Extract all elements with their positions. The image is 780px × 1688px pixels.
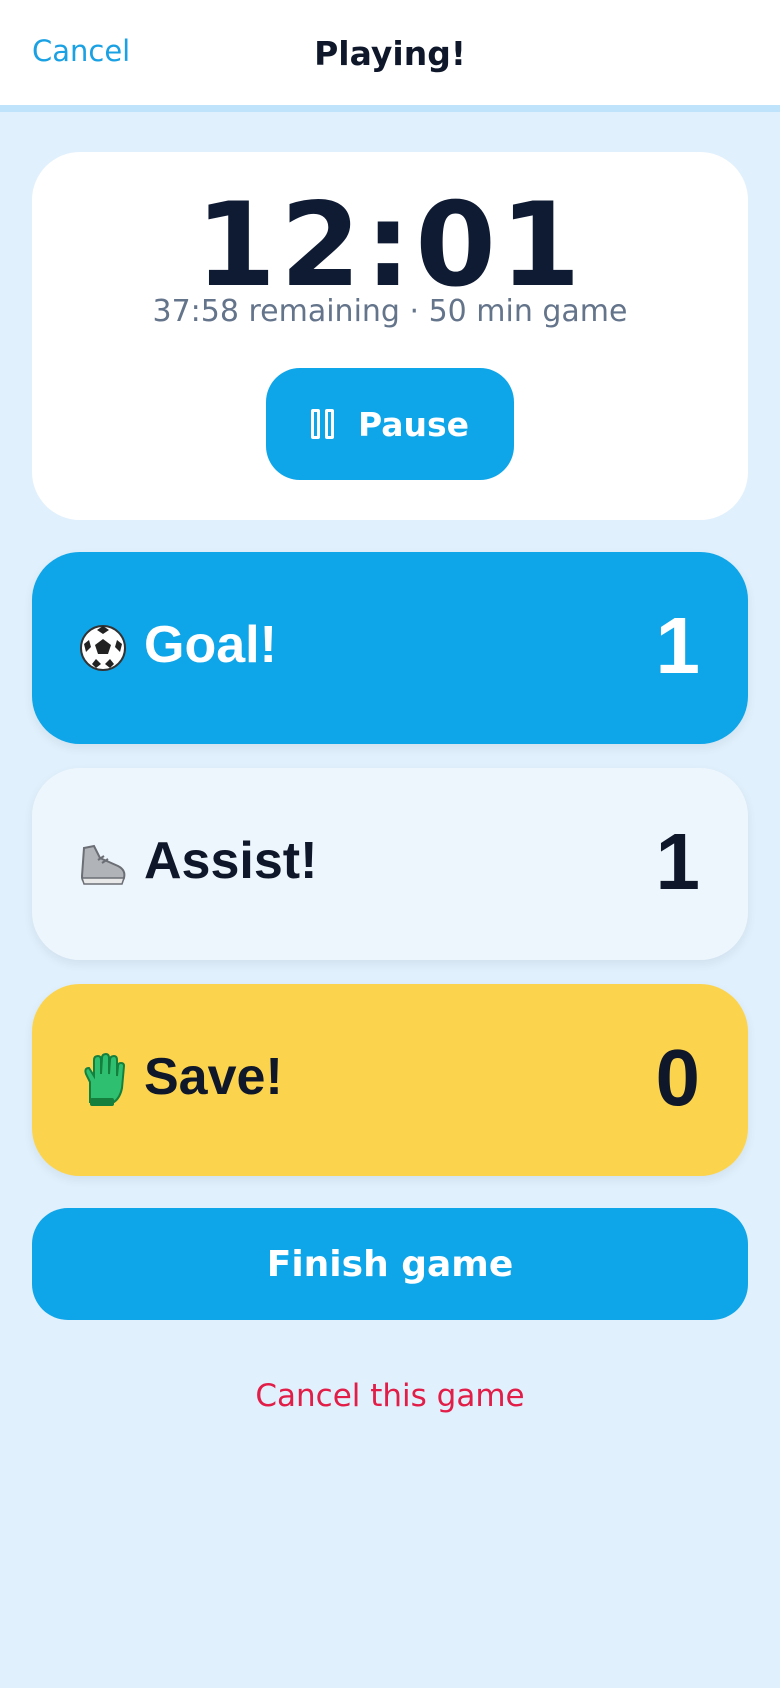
goalkeeper-glove-icon	[84, 1052, 126, 1106]
finish-game-button[interactable]: Finish game	[32, 1208, 748, 1320]
pause-label: Pause	[357, 404, 470, 444]
save-count: 0	[655, 1033, 701, 1122]
pause-icon	[310, 409, 334, 439]
soccer-ball-icon	[80, 625, 126, 671]
timer-card: 12:01 37:58 remaining · 50 min game Paus…	[32, 152, 748, 520]
nav-bar: Cancel Playing!	[0, 0, 780, 112]
elapsed-timer: 12:01	[195, 178, 585, 313]
cancel-game-link[interactable]: Cancel this game	[0, 1378, 780, 1414]
assist-button[interactable]: Assist! 1	[32, 768, 748, 960]
goal-button[interactable]: Goal! 1	[32, 552, 748, 744]
goal-label: Goal!	[144, 616, 277, 674]
pause-button[interactable]: Pause	[266, 368, 514, 480]
save-label: Save!	[144, 1048, 283, 1106]
goal-count: 1	[655, 601, 701, 690]
shoe-icon	[80, 844, 126, 885]
assist-label: Assist!	[144, 832, 318, 890]
save-button[interactable]: Save! 0	[32, 984, 748, 1176]
assist-count: 1	[655, 817, 701, 906]
timer-subtitle: 37:58 remaining · 50 min game	[152, 294, 628, 329]
page-title: Playing!	[314, 34, 466, 73]
